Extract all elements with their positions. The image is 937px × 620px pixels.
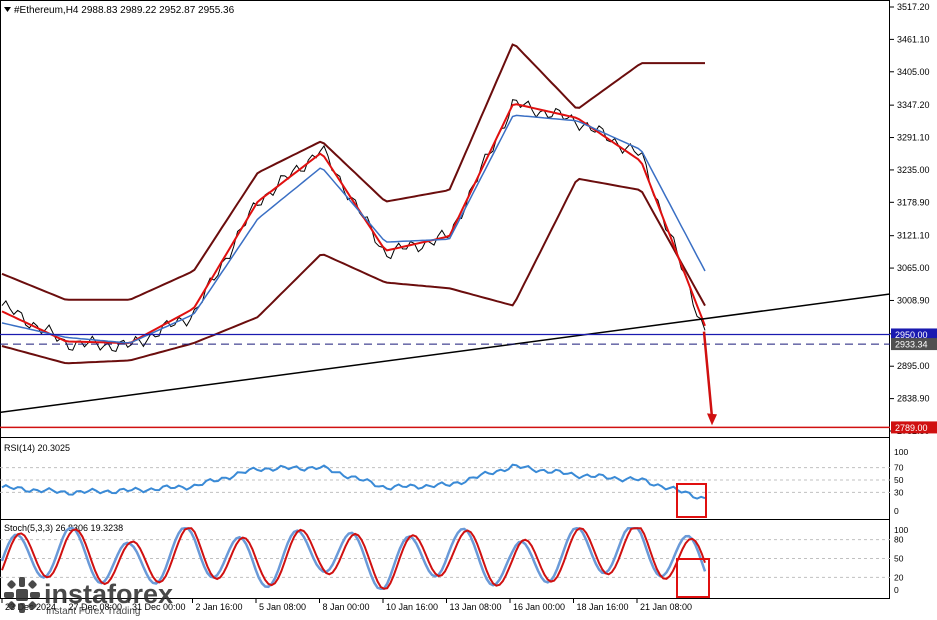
target-price-label-text: 2789.00 [895, 423, 928, 433]
time-tick-label: 10 Jan 16:00 [386, 602, 438, 612]
price-tick-label: 3121.10 [897, 231, 930, 241]
time-tick-label: 21 Jan 08:00 [640, 602, 692, 612]
current-price-label-text: 2933.34 [895, 340, 928, 350]
stoch-title: Stoch(5,3,3) 26.8306 19.3238 [4, 523, 123, 533]
rsi-tick-label: 100 [894, 447, 908, 457]
logo-brand-text: instaforex [44, 579, 173, 609]
series-close-line [1, 99, 706, 352]
logo-tagline-text: Instant Forex Trading [46, 606, 141, 617]
price-tick-label: 3291.10 [897, 133, 930, 143]
rsi-tick-label: 70 [894, 463, 904, 473]
forecast-arrow-head-icon [707, 413, 717, 426]
time-tick-label: 16 Jan 00:00 [513, 602, 565, 612]
rsi-oversold-highlight-box [676, 483, 707, 518]
time-tick-label: 5 Jan 08:00 [259, 602, 306, 612]
stoch-tick-label: 50 [894, 554, 904, 564]
ascending-trendline [0, 293, 891, 414]
price-tick-label: 2838.90 [897, 394, 930, 404]
stoch-tick-label: 0 [894, 585, 899, 595]
price-tick-label: 3405.00 [897, 67, 930, 77]
price-tick-label: 3461.10 [897, 34, 930, 44]
rsi-tick-label: 30 [894, 487, 904, 497]
stoch-tick-label: 100 [894, 525, 908, 535]
stoch-oversold-highlight-box [676, 558, 710, 598]
rsi-tick-label: 0 [894, 506, 899, 516]
symbol-header: #Ethereum,H4 2988.83 2989.22 2952.87 295… [4, 5, 235, 16]
price-panel [0, 43, 891, 429]
dropdown-triangle-icon[interactable] [4, 7, 11, 12]
price-axis: 3517.20 3461.10 3405.00 3347.20 3291.10 3235.… [890, 2, 937, 436]
time-tick-label: 8 Jan 00:00 [323, 602, 370, 612]
series-lower-band-line [1, 177, 706, 365]
price-tick-label: 3065.00 [897, 263, 930, 273]
price-tick-label: 2895.00 [897, 361, 930, 371]
price-tick-label: 3178.90 [897, 197, 930, 207]
time-tick-label: 13 Jan 08:00 [450, 602, 502, 612]
price-tick-label: 3008.90 [897, 295, 930, 305]
series-upper-band-line [1, 43, 705, 301]
trading-chart[interactable]: #Ethereum,H4 2988.83 2989.22 2952.87 295… [0, 0, 937, 620]
symbol-ohlc-text: #Ethereum,H4 2988.83 2989.22 2952.87 295… [14, 5, 235, 16]
chart-frame [0, 0, 890, 599]
logo-mark-icon [4, 577, 40, 613]
series-fast-MA-line [1, 103, 706, 345]
rsi-line [1, 463, 706, 500]
stoch-tick-label: 20 [894, 572, 904, 582]
time-tick-label: 2 Jan 16:00 [196, 602, 243, 612]
price-tick-label: 3517.20 [897, 2, 930, 12]
time-tick-label: 18 Jan 16:00 [577, 602, 629, 612]
price-tick-label: 3347.20 [897, 100, 930, 110]
rsi-panel: 100 70 50 30 0 [0, 447, 908, 518]
rsi-tick-label: 50 [894, 475, 904, 485]
rsi-title: RSI(14) 20.3025 [4, 443, 70, 453]
series-slow-MA-line [1, 114, 706, 344]
price-tick-label: 3235.00 [897, 165, 930, 175]
stoch-tick-label: 80 [894, 535, 904, 545]
